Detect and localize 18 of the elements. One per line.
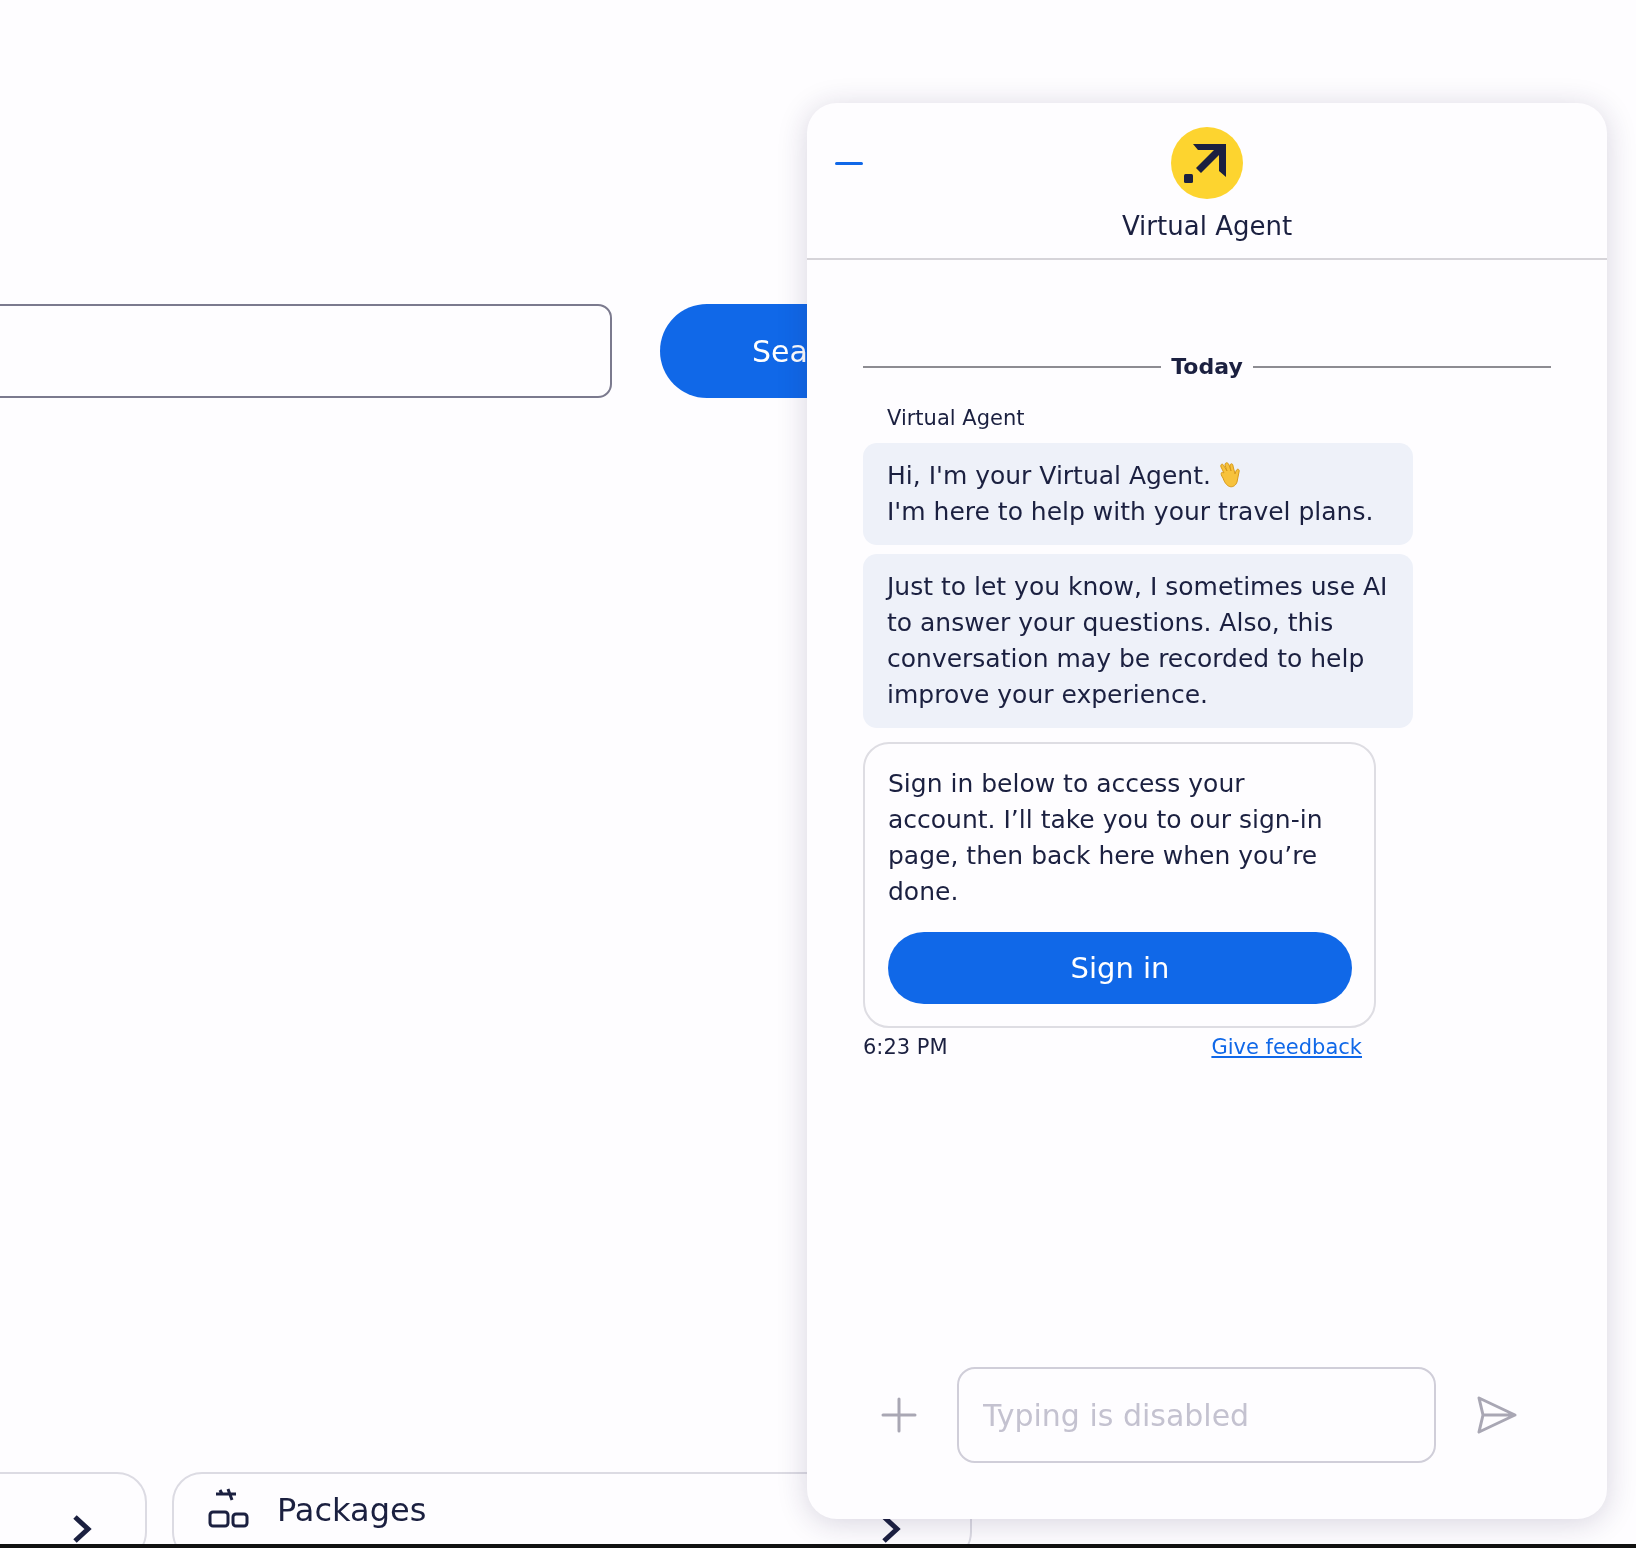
chevron-icon	[71, 1514, 93, 1544]
category-label: Packages	[277, 1494, 427, 1526]
search-button[interactable]: Sea	[660, 304, 807, 398]
message-text: I'm here to help with your travel plans.	[887, 495, 1374, 528]
add-button[interactable]	[881, 1397, 917, 1433]
sign-in-button[interactable]: Sign in	[888, 931, 1352, 1004]
send-button[interactable]	[1476, 1395, 1518, 1435]
message-text: Sign in below to access your account. I’ll take you to our sign-in page, then back here when you’re done.	[888, 767, 1324, 908]
chat-title: Virtual Agent	[1121, 210, 1293, 243]
date-divider: Today	[1171, 353, 1243, 381]
timestamp: 6:23 PM	[863, 1033, 948, 1061]
feedback-link[interactable]: Give feedback	[1211, 1031, 1362, 1063]
message-text: Hi, I'm your Virtual Agent.	[887, 459, 1211, 492]
message-bubble: Just to let you know, I sometimes use AI to answer your questions. Also, this conversation may be recorded to help improve your experience.	[863, 553, 1413, 728]
plane-luggage-icon	[206, 1488, 252, 1528]
search-field[interactable]	[0, 304, 612, 398]
sender-name: Virtual Agent	[887, 405, 1026, 432]
logo-icon	[1171, 127, 1243, 199]
